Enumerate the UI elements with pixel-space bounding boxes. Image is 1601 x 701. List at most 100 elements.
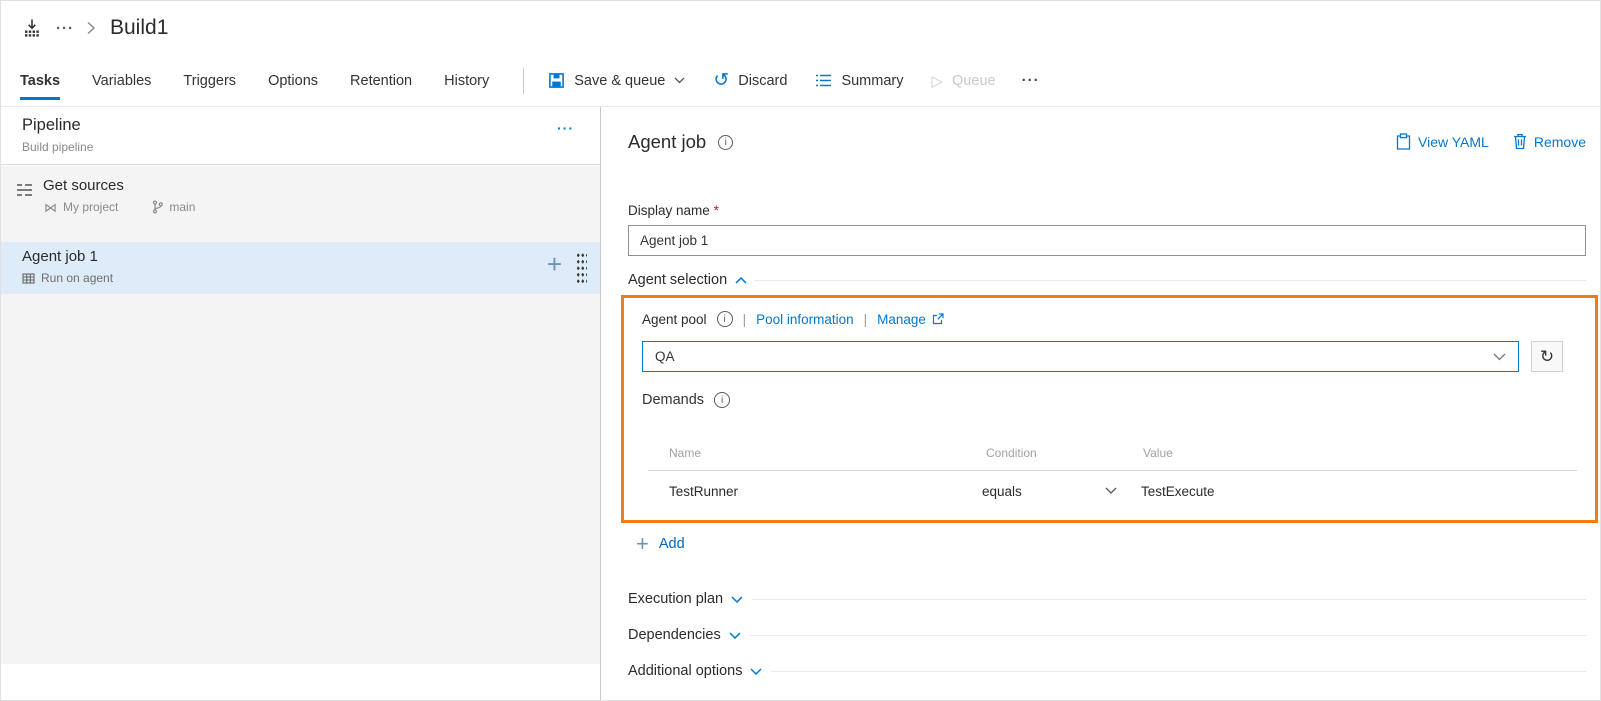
breadcrumb: ··· Build1 [1,1,1600,55]
clipboard-icon [1396,133,1411,150]
external-link-icon [932,313,944,325]
save-and-queue-label: Save & queue [574,73,665,89]
link-separator: | [864,312,868,327]
agent-job-settings-panel: Agent job i View YAML [602,107,1600,700]
dependencies-section-header[interactable]: Dependencies [628,623,1586,647]
add-label: Add [659,536,685,552]
execution-plan-label: Execution plan [628,591,723,607]
agent-job-row[interactable]: Agent job 1 Run on agent + [1,242,600,294]
remove-label: Remove [1534,134,1586,150]
chevron-down-icon [1493,353,1506,361]
toolbar-more-button[interactable]: ··· [1010,72,1052,89]
get-sources-title: Get sources [43,177,124,194]
chevron-down-icon [729,632,741,639]
dependencies-label: Dependencies [628,627,721,643]
queue-button[interactable]: ▷ Queue [917,55,1009,106]
agent-icon [22,273,35,284]
section-rule [750,635,1586,636]
toolbar-divider [523,68,524,94]
agent-job-info-icon[interactable]: i [718,135,733,150]
chevron-down-icon [1105,487,1117,495]
pipeline-panel: Pipeline Build pipeline ··· Get sources … [1,107,601,700]
agent-job-title: Agent job 1 [22,248,98,265]
refresh-icon: ↻ [1540,347,1554,367]
demands-header-rule [648,470,1577,471]
build-definition-icon [22,18,42,38]
repo-icon: ⋈ [44,201,57,214]
section-rule [771,671,1586,672]
pipeline-item-list: Get sources ⋈ My project main Agent job … [1,166,600,664]
tab-history[interactable]: History [444,55,489,106]
agent-selection-section-header[interactable]: Agent selection [628,269,1586,291]
pipeline-title: Pipeline [22,116,81,135]
display-name-label-text: Display name [628,203,710,218]
tab-triggers[interactable]: Triggers [183,55,236,106]
display-name-input[interactable] [628,225,1586,256]
undo-icon: ↺ [713,71,729,90]
chevron-down-icon [750,668,762,675]
remove-button[interactable]: Remove [1513,133,1586,150]
tab-variables[interactable]: Variables [92,55,151,106]
branch-icon [152,200,163,214]
section-rule [752,599,1586,600]
refresh-pool-button[interactable]: ↻ [1531,341,1563,372]
discard-label: Discard [738,73,787,89]
plus-icon: + [636,533,649,555]
chevron-up-icon [735,277,747,284]
get-sources-row[interactable]: Get sources ⋈ My project main [1,169,600,239]
page-title[interactable]: Build1 [110,16,168,40]
tab-options[interactable]: Options [268,55,318,106]
discard-button[interactable]: ↺ Discard [699,55,801,106]
agent-pool-value: QA [655,349,675,364]
summary-label: Summary [841,73,903,89]
tab-strip: Tasks Variables Triggers Options Retenti… [1,55,521,106]
panel-title: Agent job [628,131,706,153]
agent-pool-info-icon[interactable]: i [717,311,733,327]
manage-link[interactable]: Manage [877,312,944,327]
execution-plan-section-header[interactable]: Execution plan [628,587,1586,611]
breadcrumb-overflow-button[interactable]: ··· [56,21,74,36]
save-icon [548,72,565,89]
demands-label: Demands [642,392,704,408]
tab-retention[interactable]: Retention [350,55,412,106]
command-toolbar: Save & queue ↺ Discard Summary [534,55,1051,106]
agent-selection-highlight-box: Agent pool i | Pool information | Manage [621,295,1598,523]
chevron-down-icon [731,596,743,603]
tab-toolbar-row: Tasks Variables Triggers Options Retenti… [1,55,1600,107]
trash-icon [1513,133,1527,150]
pool-information-link[interactable]: Pool information [756,312,854,327]
pipeline-panel-header: Pipeline Build pipeline ··· [1,107,600,165]
demands-info-icon[interactable]: i [714,392,730,408]
view-yaml-label: View YAML [1418,134,1489,150]
breadcrumb-chevron-icon [86,20,96,36]
tab-tasks[interactable]: Tasks [20,55,60,106]
pipeline-more-button[interactable]: ··· [557,120,574,136]
agent-selection-label: Agent selection [628,272,727,288]
manage-label: Manage [877,312,926,327]
agent-pool-dropdown[interactable]: QA [642,341,1519,372]
required-asterisk: * [714,203,719,218]
view-yaml-button[interactable]: View YAML [1396,133,1489,150]
branch-name: main [169,200,195,214]
save-and-queue-button[interactable]: Save & queue [534,55,699,106]
display-name-label: Display name * [628,203,719,218]
summary-list-icon [815,73,832,88]
drag-handle-icon[interactable] [576,252,587,283]
agent-job-details: Run on agent [22,271,113,285]
demand-name-field[interactable]: TestRunner [669,484,738,499]
add-demand-button[interactable]: + Add [636,533,685,555]
additional-options-section-header[interactable]: Additional options [628,659,1586,683]
demand-value-field[interactable]: TestExecute [1141,484,1215,499]
add-task-button[interactable]: + [547,251,562,277]
section-rule [754,280,1586,281]
summary-button[interactable]: Summary [801,55,917,106]
queue-label: Queue [952,73,996,89]
demand-condition-dropdown[interactable]: equals [982,478,1117,504]
play-icon: ▷ [931,72,943,90]
link-separator: | [743,312,747,327]
demands-column-condition: Condition [986,446,1037,460]
repo-name: My project [63,200,118,214]
pipeline-editor-window: ··· Build1 Tasks Variables Triggers Opti… [0,0,1601,701]
chevron-down-icon [674,77,685,84]
additional-options-label: Additional options [628,663,742,679]
